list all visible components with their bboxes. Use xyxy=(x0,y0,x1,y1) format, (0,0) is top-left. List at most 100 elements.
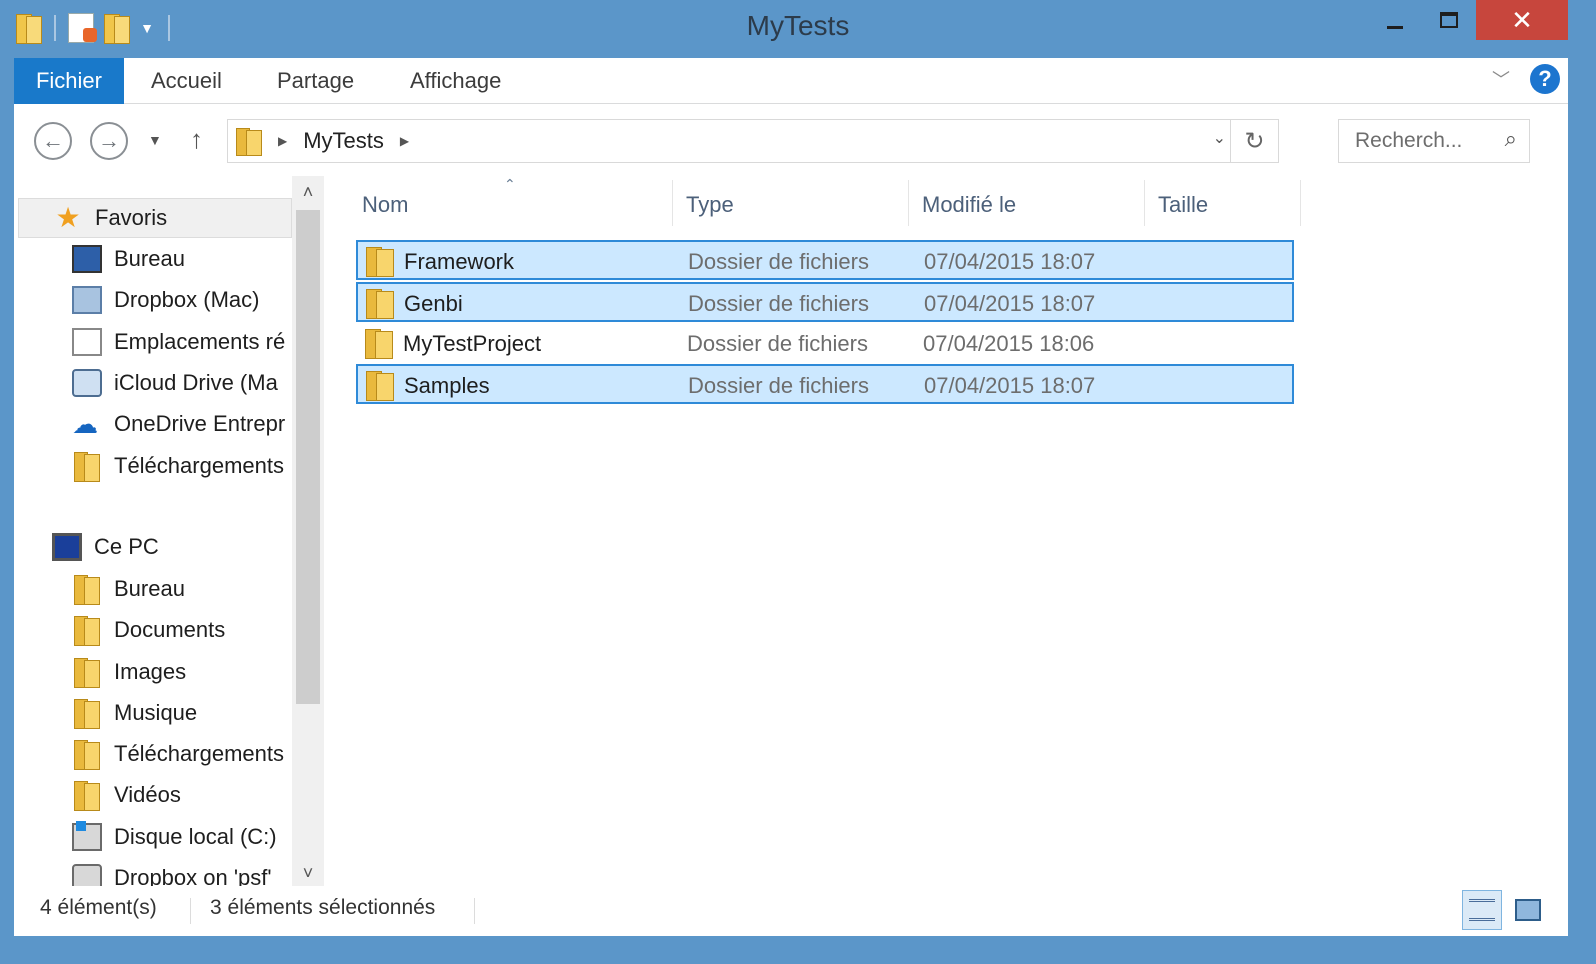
title-bar: ▼ MyTests ✕ xyxy=(0,0,1596,58)
tab-affichage[interactable]: Affichage xyxy=(410,58,501,104)
column-divider[interactable] xyxy=(1300,180,1301,226)
folder-icon xyxy=(365,329,395,359)
expand-ribbon-icon[interactable]: ﹀ xyxy=(1492,66,1510,92)
nav-item-label: Images xyxy=(114,659,187,684)
nav-item-videos[interactable]: Vidéos xyxy=(72,775,181,815)
table-row[interactable]: Framework Dossier de fichiers 07/04/2015… xyxy=(356,240,1294,280)
minimize-button[interactable] xyxy=(1368,0,1422,40)
refresh-button[interactable]: ↻ xyxy=(1230,119,1278,163)
dropbox-icon xyxy=(72,286,102,314)
breadcrumb-mytests[interactable]: MyTests xyxy=(303,128,384,154)
back-arrow-icon: ← xyxy=(42,128,64,153)
nav-item-pc-bureau[interactable]: Bureau xyxy=(72,569,185,609)
nav-item-label: Téléchargements xyxy=(114,741,284,766)
maximize-button[interactable] xyxy=(1422,0,1476,40)
scroll-up-icon[interactable]: ˄ xyxy=(292,182,324,203)
nav-item-dropbox-mac[interactable]: Dropbox (Mac) xyxy=(72,280,259,320)
breadcrumb-chevron-icon[interactable]: ▶ xyxy=(400,134,409,148)
videos-icon xyxy=(72,781,102,811)
nav-item-label: Vidéos xyxy=(114,782,181,807)
navigation-scrollbar[interactable]: ˄ ˅ xyxy=(292,176,324,886)
caption-buttons: ✕ xyxy=(1368,0,1568,40)
nav-item-telechargements[interactable]: Téléchargements xyxy=(72,446,284,486)
nav-item-emplacements-recents[interactable]: Emplacements ré xyxy=(72,322,285,362)
nav-item-label: Dropbox on 'psf' xyxy=(114,865,272,886)
column-header-type[interactable]: Type xyxy=(672,176,908,234)
scrollbar-thumb[interactable] xyxy=(296,210,320,704)
ribbon-controls: ﹀ ? xyxy=(1492,64,1560,94)
file-list: ⌃ Nom Type Modifié le Taille Framework D… xyxy=(324,176,1568,886)
help-icon[interactable]: ? xyxy=(1530,64,1560,94)
nav-item-label: Documents xyxy=(114,617,226,642)
column-header-taille[interactable]: Taille xyxy=(1144,176,1300,234)
search-icon[interactable]: ⌕ xyxy=(1505,126,1517,152)
item-count: 4 élément(s) xyxy=(40,896,157,919)
nav-item-disque-local[interactable]: Disque local (C:) xyxy=(72,817,277,857)
nav-item-documents[interactable]: Documents xyxy=(72,610,225,650)
nav-item-label: OneDrive Entrepr xyxy=(114,411,286,436)
desktop-icon xyxy=(72,245,102,273)
table-row[interactable]: MyTestProject Dossier de fichiers 07/04/… xyxy=(356,323,1294,363)
nav-favoris[interactable]: ★ Favoris xyxy=(18,198,292,238)
tab-partage[interactable]: Partage xyxy=(277,58,354,104)
nav-item-dropbox-psf[interactable]: Dropbox on 'psf' xyxy=(72,858,272,886)
file-name: Genbi xyxy=(404,291,463,316)
status-divider xyxy=(190,898,191,924)
local-disk-icon xyxy=(72,821,102,851)
address-bar[interactable]: ▶ MyTests ▶ ⌄ ↻ xyxy=(227,119,1279,163)
images-icon xyxy=(72,658,102,688)
nav-item-bureau[interactable]: Bureau xyxy=(72,239,185,279)
folder-icon xyxy=(236,126,262,156)
nav-item-label: Bureau xyxy=(114,576,185,601)
close-icon: ✕ xyxy=(1511,4,1533,35)
recent-places-icon xyxy=(72,328,102,356)
file-name: MyTestProject xyxy=(403,331,542,356)
nav-item-label: Téléchargements xyxy=(114,453,284,478)
icloud-icon xyxy=(72,369,102,397)
tab-fichier[interactable]: Fichier xyxy=(14,58,124,104)
file-type: Dossier de fichiers xyxy=(688,373,869,398)
close-button[interactable]: ✕ xyxy=(1476,0,1568,40)
nav-item-label: Bureau xyxy=(114,246,185,271)
downloads-icon xyxy=(72,740,102,770)
nav-item-musique[interactable]: Musique xyxy=(72,693,197,733)
breadcrumb-chevron-icon[interactable]: ▶ xyxy=(278,134,287,148)
up-arrow-icon[interactable]: ↑ xyxy=(190,124,203,155)
music-icon xyxy=(72,699,102,729)
address-history-dropdown-icon[interactable]: ⌄ xyxy=(1213,128,1226,148)
forward-button[interactable]: → xyxy=(90,122,128,160)
scroll-down-icon[interactable]: ˅ xyxy=(292,863,324,884)
minimize-icon xyxy=(1387,25,1403,29)
search-input[interactable]: Recherch... ⌕ xyxy=(1338,119,1530,163)
status-bar: 4 élément(s) 3 éléments sélectionnés xyxy=(14,886,1568,936)
back-button[interactable]: ← xyxy=(34,122,72,160)
nav-item-icloud-drive[interactable]: iCloud Drive (Ma xyxy=(72,363,278,403)
maximize-icon xyxy=(1440,12,1458,28)
file-name: Framework xyxy=(404,249,515,274)
column-header-modifie-le[interactable]: Modifié le xyxy=(908,176,1144,234)
folder-icon xyxy=(366,247,396,277)
onedrive-icon: ☁ xyxy=(72,409,98,439)
network-drive-icon xyxy=(72,864,102,886)
file-type: Dossier de fichiers xyxy=(688,291,869,316)
tab-accueil[interactable]: Accueil xyxy=(151,58,222,104)
column-header-nom[interactable]: Nom xyxy=(348,176,672,234)
table-row[interactable]: Genbi Dossier de fichiers 07/04/2015 18:… xyxy=(356,282,1294,322)
recent-locations-dropdown-icon[interactable]: ▼ xyxy=(148,132,162,148)
table-row[interactable]: Samples Dossier de fichiers 07/04/2015 1… xyxy=(356,364,1294,404)
nav-item-images[interactable]: Images xyxy=(72,652,186,692)
nav-item-label: Musique xyxy=(114,700,198,725)
nav-item-pc-telechargements[interactable]: Téléchargements xyxy=(72,734,284,774)
desktop-folder-icon xyxy=(72,575,102,605)
file-modified: 07/04/2015 18:06 xyxy=(923,331,1095,356)
file-modified: 07/04/2015 18:07 xyxy=(924,291,1096,316)
details-view-button[interactable] xyxy=(1462,890,1502,930)
computer-icon xyxy=(52,533,82,561)
nav-item-onedrive[interactable]: ☁ OneDrive Entrepr xyxy=(72,404,285,444)
documents-icon xyxy=(72,616,102,646)
folder-icon xyxy=(366,371,396,401)
folder-icon xyxy=(366,289,396,319)
file-name: Samples xyxy=(404,373,490,398)
large-icons-view-button[interactable] xyxy=(1508,890,1548,930)
nav-ce-pc[interactable]: Ce PC xyxy=(52,527,159,567)
